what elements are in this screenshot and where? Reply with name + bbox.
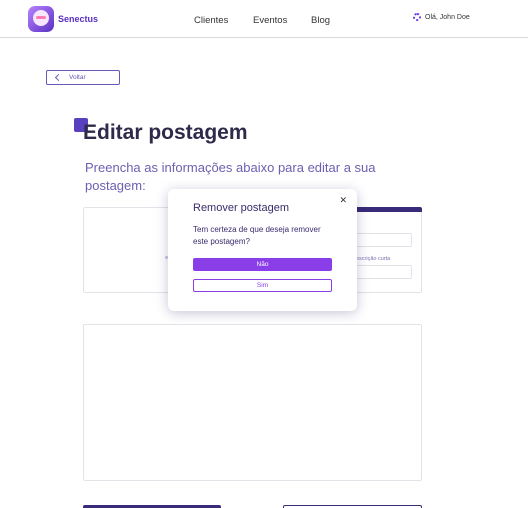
nav-eventos[interactable]: Eventos [253, 15, 287, 26]
top-header: Senectus Clientes Eventos Blog Olá, John… [0, 0, 528, 38]
page-title: Editar postagem [83, 121, 248, 144]
gear-icon [413, 13, 421, 21]
nav-blog[interactable]: Blog [311, 15, 330, 26]
greeting-text: Olá, John Doe [425, 13, 470, 21]
remove-post-modal: ✕ Remover postagem Tem certeza de que de… [168, 189, 357, 311]
user-menu[interactable]: Olá, John Doe [413, 13, 470, 21]
close-icon[interactable]: ✕ [339, 195, 347, 206]
modal-message: Tem certeza de que deseja remover este p… [193, 225, 321, 246]
content-editor-card[interactable] [83, 324, 422, 481]
no-button[interactable]: Não [193, 258, 332, 271]
modal-title: Remover postagem [193, 202, 289, 214]
logo-text: Senectus [58, 14, 99, 24]
back-label: Voltar [69, 74, 86, 81]
back-button[interactable]: Voltar [46, 70, 120, 85]
logo[interactable]: Senectus [28, 6, 98, 32]
chevron-left-icon [54, 73, 63, 82]
short-description-label: Descrição curta [352, 256, 391, 262]
nav-clientes[interactable]: Clientes [194, 15, 228, 26]
logo-avatar-icon [28, 6, 54, 32]
yes-button[interactable]: Sim [193, 279, 332, 292]
